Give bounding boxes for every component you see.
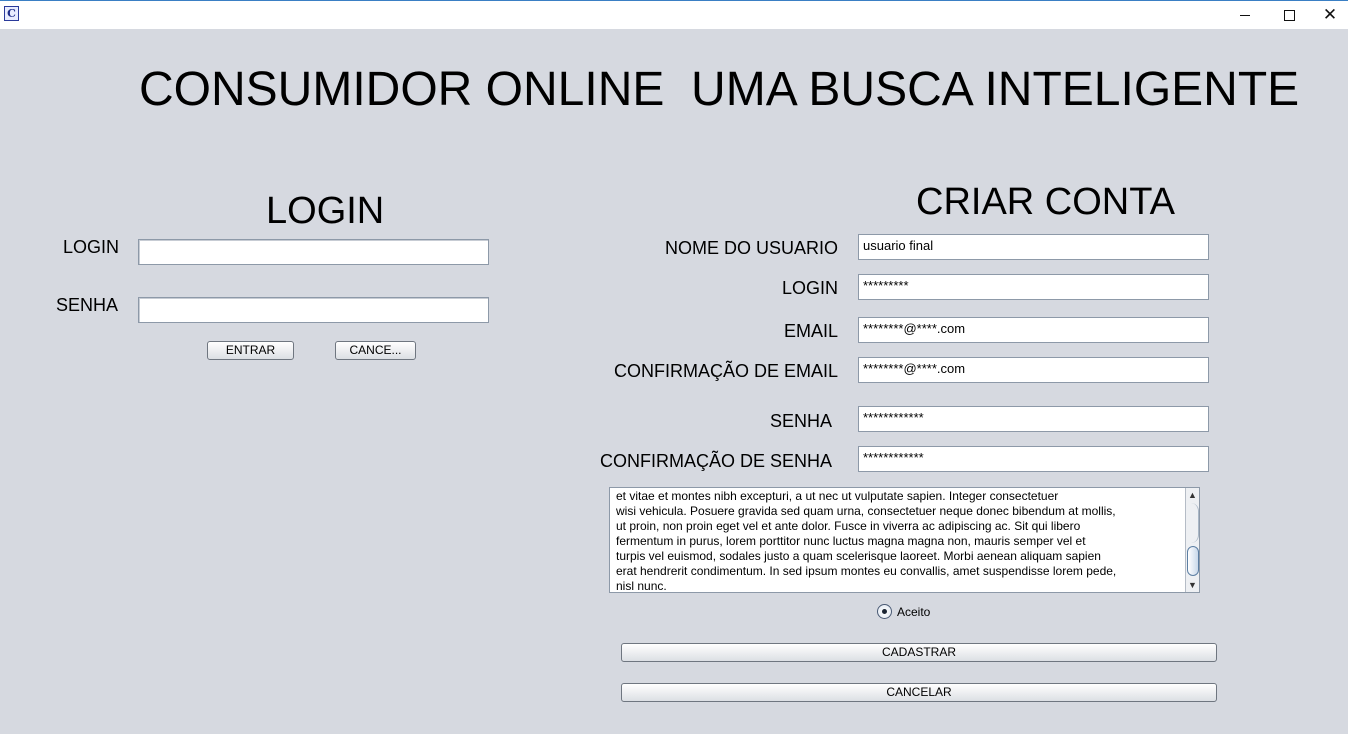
close-button[interactable]: ✕: [1312, 1, 1348, 30]
senha-input[interactable]: [138, 297, 489, 323]
app-logo-icon: C: [4, 6, 19, 21]
scroll-down-icon[interactable]: ▼: [1186, 578, 1199, 592]
email-label: EMAIL: [783, 321, 838, 341]
signup-login-label: LOGIN: [781, 278, 838, 298]
cancelar-button[interactable]: CANCELAR: [621, 683, 1217, 702]
nome-usuario-label: NOME DO USUARIO: [664, 238, 838, 258]
senha-label: SENHA: [56, 295, 119, 315]
email-input[interactable]: ********@****.com: [858, 317, 1209, 343]
maximize-icon: [1284, 10, 1295, 21]
maximize-button[interactable]: [1267, 1, 1312, 30]
login-cancel-button[interactable]: CANCE...: [335, 341, 416, 360]
signup-login-input[interactable]: *********: [858, 274, 1209, 300]
accept-radio-option[interactable]: Aceito: [877, 604, 930, 619]
minimize-button[interactable]: [1222, 1, 1267, 30]
terms-text: et vitae et montes nibh excepturi, a ut …: [616, 489, 1117, 593]
confirm-email-label: CONFIRMAÇÃO DE EMAIL: [613, 361, 838, 381]
scroll-track: [1187, 503, 1199, 543]
window-titlebar: C ✕: [0, 0, 1348, 29]
accept-radio-label: Aceito: [897, 604, 931, 619]
terms-scrollbar[interactable]: ▲ ▼: [1185, 488, 1199, 592]
confirm-senha-label: CONFIRMAÇÃO DE SENHA: [599, 451, 832, 471]
confirm-email-input[interactable]: ********@****.com: [858, 357, 1209, 383]
signup-senha-label: SENHA: [769, 411, 832, 431]
confirm-senha-input[interactable]: ************: [858, 446, 1209, 472]
scroll-thumb[interactable]: [1187, 546, 1199, 576]
cadastrar-button[interactable]: CADASTRAR: [621, 643, 1217, 662]
minimize-icon: [1239, 15, 1250, 16]
login-label: LOGIN: [63, 237, 120, 257]
login-input[interactable]: [138, 239, 489, 265]
login-heading: LOGIN: [266, 190, 385, 232]
accept-radio-button[interactable]: [877, 604, 892, 619]
radio-selected-dot: [882, 609, 887, 614]
close-icon: ✕: [1322, 5, 1338, 25]
signup-heading: CRIAR CONTA: [916, 181, 1175, 223]
nome-usuario-input[interactable]: usuario final: [858, 234, 1209, 260]
terms-textarea[interactable]: et vitae et montes nibh excepturi, a ut …: [609, 487, 1200, 593]
scroll-up-icon[interactable]: ▲: [1186, 488, 1199, 502]
signup-senha-input[interactable]: ************: [858, 406, 1209, 432]
entrar-button[interactable]: ENTRAR: [207, 341, 294, 360]
page-title: CONSUMIDOR ONLINE UMA BUSCA INTELIGENTE: [139, 63, 1300, 116]
